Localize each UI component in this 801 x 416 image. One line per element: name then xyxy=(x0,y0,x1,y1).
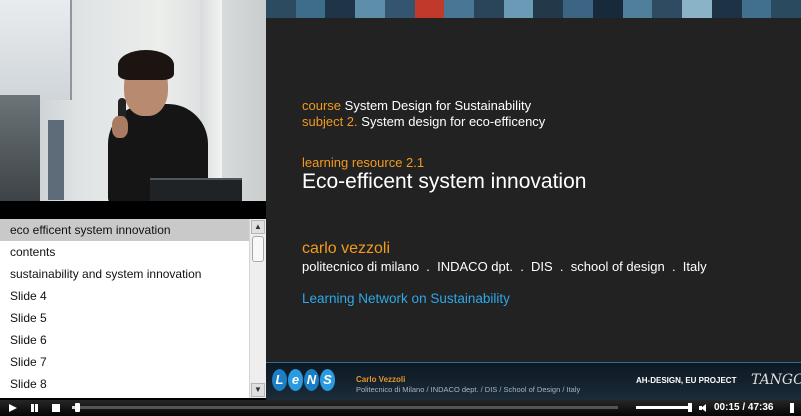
course-label: course xyxy=(302,98,342,113)
color-bar-segment xyxy=(325,0,356,18)
color-bar-segment xyxy=(592,0,623,18)
color-bar-segment xyxy=(771,0,801,18)
volume-handle[interactable] xyxy=(688,403,692,412)
laptop xyxy=(150,178,242,201)
subject-label: subject 2. xyxy=(302,114,358,129)
video-post xyxy=(48,120,64,200)
color-bar-segment xyxy=(622,0,653,18)
author-affiliation: politecnico di milano . INDACO dpt. . DI… xyxy=(302,259,707,274)
speaker-icon[interactable] xyxy=(698,403,710,413)
color-bar-segment xyxy=(444,0,475,18)
stop-icon[interactable] xyxy=(50,402,62,414)
arrow-down-icon[interactable]: ▼ xyxy=(251,383,265,397)
speaker-hand xyxy=(112,116,128,138)
chapter-item[interactable]: contents xyxy=(0,241,249,263)
chapter-item[interactable]: sustainability and system innovation xyxy=(0,263,249,285)
color-bar-segment xyxy=(414,0,445,18)
video-window xyxy=(0,0,72,100)
course-line: course System Design for Sustainability xyxy=(302,98,531,113)
logo-letter: L xyxy=(272,369,287,391)
pause-icon[interactable] xyxy=(28,402,40,414)
logo-letter: S xyxy=(320,369,335,391)
course-value: System Design for Sustainability xyxy=(344,98,532,113)
time-display: 00:15 / 47:36 xyxy=(714,402,774,413)
video-gap xyxy=(0,201,266,219)
project-label: AH-DESIGN, EU PROJECT xyxy=(636,376,737,385)
slide-color-bar xyxy=(266,0,801,18)
player-controls: 00:15 / 47:36 xyxy=(0,400,801,416)
color-bar-segment xyxy=(711,0,742,18)
color-bar-segment xyxy=(384,0,415,18)
play-icon[interactable] xyxy=(6,402,18,414)
chapter-item[interactable]: Slide 8 xyxy=(0,373,249,395)
speaker-hair xyxy=(118,50,174,80)
resource-label: learning resource 2.1 xyxy=(302,155,425,170)
chapter-item[interactable]: Slide 7 xyxy=(0,351,249,373)
color-bar-segment xyxy=(563,0,593,18)
slide-panel: course System Design for Sustainability … xyxy=(266,0,801,400)
slide-footer: LeNS Carlo Vezzoli Politecnico di Milano… xyxy=(266,362,801,400)
seek-bar[interactable] xyxy=(72,403,618,412)
slide-title: Eco-efficent system innovation xyxy=(302,170,587,193)
color-bar-segment xyxy=(355,0,385,18)
color-bar-segment xyxy=(474,0,504,18)
video-shadow xyxy=(0,95,40,201)
seek-handle[interactable] xyxy=(75,403,80,412)
chapter-item[interactable]: Slide 4 xyxy=(0,285,249,307)
volume-slider[interactable] xyxy=(636,403,692,412)
scrollbar-thumb[interactable] xyxy=(252,236,264,262)
volume-level xyxy=(636,406,692,409)
video-panel[interactable] xyxy=(0,0,266,201)
logo-letter: N xyxy=(304,369,319,391)
chapter-scrollbar[interactable]: ▲ ▼ xyxy=(249,219,266,398)
arrow-up-icon[interactable]: ▲ xyxy=(251,220,265,234)
author-name: carlo vezzoli xyxy=(302,240,391,257)
chapter-item[interactable]: eco efficent system innovation xyxy=(0,219,249,241)
chapter-items: eco efficent system innovation contents su… xyxy=(0,219,249,395)
tango-logo: TANGO xyxy=(751,372,801,388)
fullscreen-icon[interactable] xyxy=(790,403,794,413)
footer-affiliation: Politecnico di Milano / INDACO dept. / D… xyxy=(356,385,581,394)
chapter-item[interactable]: Slide 6 xyxy=(0,329,249,351)
network-name: Learning Network on Sustainability xyxy=(302,291,510,306)
chapter-list[interactable]: eco efficent system innovation contents su… xyxy=(0,219,266,398)
color-bar-segment xyxy=(682,0,712,18)
color-bar-segment xyxy=(503,0,534,18)
footer-author: Carlo Vezzoli xyxy=(356,375,406,384)
chapter-item[interactable]: Slide 5 xyxy=(0,307,249,329)
subject-line: subject 2. System design for eco-efficen… xyxy=(302,114,545,129)
color-bar-segment xyxy=(266,0,296,18)
color-bar-segment xyxy=(295,0,326,18)
color-bar-segment xyxy=(741,0,772,18)
lens-logo: LeNS xyxy=(272,369,335,391)
color-bar-segment xyxy=(652,0,683,18)
color-bar-segment xyxy=(533,0,564,18)
logo-letter: e xyxy=(288,369,303,391)
subject-value: System design for eco-efficency xyxy=(361,114,546,129)
